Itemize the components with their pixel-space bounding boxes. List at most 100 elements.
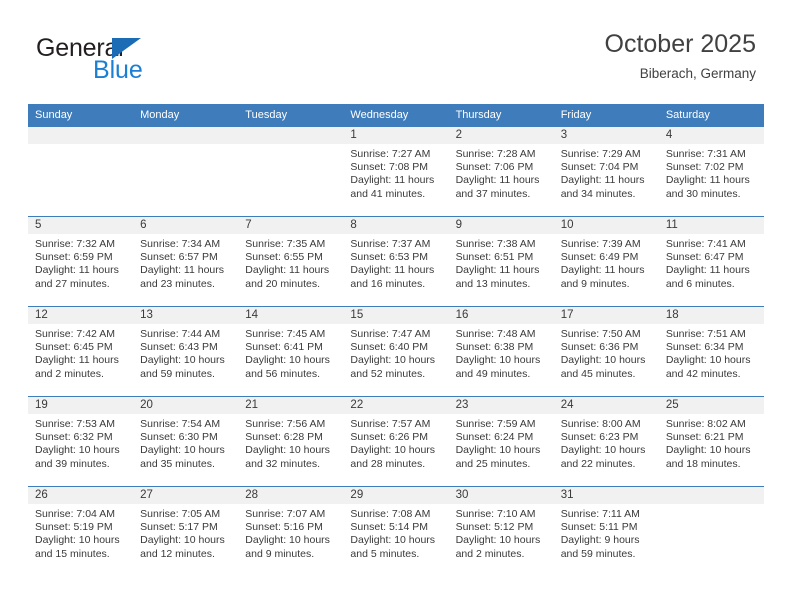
day-details: Sunrise: 7:11 AM Sunset: 5:11 PM Daylight:… — [554, 504, 659, 561]
calendar-day-cell[interactable]: 31 Sunrise: 7:11 AM Sunset: 5:11 PM Dayligh… — [553, 486, 659, 576]
sunset-time: Sunset: 5:14 PM — [350, 521, 429, 534]
daylight-duration-line1: Daylight: 11 hours — [350, 174, 435, 187]
day-details: Sunrise: 7:57 AM Sunset: 6:26 PM Daylight:… — [343, 414, 448, 471]
calendar-day-cell[interactable]: 16 Sunrise: 7:48 AM Sunset: 6:38 PM Dayligh… — [448, 306, 554, 397]
sunset-time: Sunset: 7:04 PM — [560, 161, 639, 174]
daylight-duration-line1: Daylight: 11 hours — [455, 264, 540, 277]
calendar-day-cell[interactable]: 28 Sunrise: 7:07 AM Sunset: 5:16 PM Dayligh… — [238, 486, 344, 576]
weekday-header-monday: Monday — [133, 104, 239, 127]
day-details: Sunrise: 7:41 AM Sunset: 6:47 PM Daylight:… — [659, 234, 764, 291]
daylight-duration-line1: Daylight: 11 hours — [35, 354, 119, 367]
calendar-day-cell[interactable]: 14 Sunrise: 7:45 AM Sunset: 6:41 PM Dayligh… — [238, 306, 344, 397]
day-details: Sunrise: 7:47 AM Sunset: 6:40 PM Daylight:… — [343, 324, 448, 381]
day-number: 31 — [553, 487, 659, 504]
calendar-day-cell[interactable]: 24 Sunrise: 8:00 AM Sunset: 6:23 PM Dayligh… — [553, 396, 659, 487]
sunset-time: Sunset: 6:45 PM — [35, 341, 113, 354]
day-details: Sunrise: 7:39 AM Sunset: 6:49 PM Daylight:… — [554, 234, 659, 291]
daylight-duration-line2: and 52 minutes. — [350, 367, 426, 380]
sunrise-sunset-calendar-table: Sunday Monday Tuesday Wednesday Thursday… — [28, 104, 764, 576]
day-details: Sunrise: 7:35 AM Sunset: 6:55 PM Daylight:… — [238, 234, 343, 291]
daylight-duration-line1: Daylight: 10 hours — [245, 444, 330, 457]
calendar-day-cell[interactable]: 9 Sunrise: 7:38 AM Sunset: 6:51 PM Daylight… — [448, 216, 554, 307]
daylight-duration-line1: Daylight: 11 hours — [35, 264, 119, 277]
calendar-day-cell[interactable]: 4 Sunrise: 7:31 AM Sunset: 7:02 PM Daylight… — [658, 126, 764, 217]
calendar-day-cell[interactable]: 11 Sunrise: 7:41 AM Sunset: 6:47 PM Dayligh… — [658, 216, 764, 307]
calendar-week-row: 12 Sunrise: 7:42 AM Sunset: 6:45 PM Dayligh… — [28, 306, 764, 397]
sunset-time: Sunset: 6:34 PM — [665, 341, 744, 354]
day-number: 5 — [28, 217, 134, 234]
calendar-day-cell[interactable]: 23 Sunrise: 7:59 AM Sunset: 6:24 PM Dayligh… — [448, 396, 554, 487]
sunset-time: Sunset: 6:23 PM — [560, 431, 639, 444]
sunrise-time: Sunrise: 7:47 AM — [350, 328, 431, 340]
day-number: 25 — [658, 397, 764, 414]
calendar-day-cell[interactable]: 1 Sunrise: 7:27 AM Sunset: 7:08 PM Daylight… — [343, 126, 449, 217]
sunset-time: Sunset: 6:43 PM — [140, 341, 218, 354]
daylight-duration-line2: and 59 minutes. — [560, 547, 636, 560]
calendar-day-cell[interactable]: 25 Sunrise: 8:02 AM Sunset: 6:21 PM Dayligh… — [658, 396, 764, 487]
daylight-duration-line2: and 37 minutes. — [455, 187, 531, 200]
calendar-week-row: 26 Sunrise: 7:04 AM Sunset: 5:19 PM Dayligh… — [28, 486, 764, 576]
daylight-duration-line1: Daylight: 11 hours — [665, 174, 750, 187]
calendar-day-cell[interactable]: 12 Sunrise: 7:42 AM Sunset: 6:45 PM Dayligh… — [28, 306, 134, 397]
day-number: 9 — [448, 217, 554, 234]
calendar-day-cell[interactable]: 3 Sunrise: 7:29 AM Sunset: 7:04 PM Daylight… — [553, 126, 659, 217]
day-details: Sunrise: 7:29 AM Sunset: 7:04 PM Daylight:… — [554, 144, 659, 201]
daylight-duration-line1: Daylight: 11 hours — [140, 264, 224, 277]
weekday-header-tuesday: Tuesday — [238, 104, 344, 127]
sunset-time: Sunset: 7:08 PM — [350, 161, 429, 174]
daylight-duration-line2: and 2 minutes. — [455, 547, 525, 560]
daylight-duration-line2: and 9 minutes. — [245, 547, 315, 560]
day-details: Sunrise: 7:42 AM Sunset: 6:45 PM Daylight:… — [28, 324, 133, 381]
title-block: October 2025 Biberach, Germany — [605, 28, 757, 84]
generalblue-logo[interactable]: General Blue — [36, 34, 236, 96]
calendar-day-cell[interactable]: 6 Sunrise: 7:34 AM Sunset: 6:57 PM Daylight… — [133, 216, 239, 307]
calendar-day-cell[interactable]: 5 Sunrise: 7:32 AM Sunset: 6:59 PM Daylight… — [28, 216, 134, 307]
calendar-day-cell[interactable]: 19 Sunrise: 7:53 AM Sunset: 6:32 PM Dayligh… — [28, 396, 134, 487]
sunset-time: Sunset: 6:36 PM — [560, 341, 639, 354]
daylight-duration-line1: Daylight: 11 hours — [350, 264, 435, 277]
day-number: 27 — [133, 487, 239, 504]
calendar-day-cell[interactable]: 27 Sunrise: 7:05 AM Sunset: 5:17 PM Dayligh… — [133, 486, 239, 576]
sunset-time: Sunset: 6:26 PM — [350, 431, 429, 444]
day-number — [658, 487, 764, 504]
weekday-header-friday: Friday — [553, 104, 659, 127]
calendar-day-cell[interactable]: 8 Sunrise: 7:37 AM Sunset: 6:53 PM Daylight… — [343, 216, 449, 307]
calendar-body: 1 Sunrise: 7:27 AM Sunset: 7:08 PM Daylight… — [28, 126, 764, 576]
day-number: 12 — [28, 307, 134, 324]
sunrise-time: Sunrise: 7:29 AM — [560, 148, 641, 160]
day-details: Sunrise: 7:31 AM Sunset: 7:02 PM Daylight:… — [659, 144, 764, 201]
sunrise-time: Sunrise: 7:34 AM — [140, 238, 221, 250]
calendar-day-cell[interactable]: 29 Sunrise: 7:08 AM Sunset: 5:14 PM Dayligh… — [343, 486, 449, 576]
day-details: Sunrise: 7:45 AM Sunset: 6:41 PM Daylight:… — [238, 324, 343, 381]
weekday-header-sunday: Sunday — [28, 104, 134, 127]
daylight-duration-line2: and 12 minutes. — [140, 547, 215, 560]
day-details: Sunrise: 8:02 AM Sunset: 6:21 PM Daylight:… — [659, 414, 764, 471]
daylight-duration-line2: and 45 minutes. — [560, 367, 636, 380]
calendar-day-cell[interactable]: 18 Sunrise: 7:51 AM Sunset: 6:34 PM Dayligh… — [658, 306, 764, 397]
day-details: Sunrise: 7:10 AM Sunset: 5:12 PM Daylight:… — [449, 504, 554, 561]
calendar-day-cell[interactable]: 20 Sunrise: 7:54 AM Sunset: 6:30 PM Dayligh… — [133, 396, 239, 487]
daylight-duration-line2: and 32 minutes. — [245, 457, 320, 470]
calendar-day-cell[interactable]: 7 Sunrise: 7:35 AM Sunset: 6:55 PM Daylight… — [238, 216, 344, 307]
calendar-day-cell[interactable]: 30 Sunrise: 7:10 AM Sunset: 5:12 PM Dayligh… — [448, 486, 554, 576]
calendar-day-cell[interactable]: 21 Sunrise: 7:56 AM Sunset: 6:28 PM Dayligh… — [238, 396, 344, 487]
day-number: 18 — [658, 307, 764, 324]
day-details: Sunrise: 7:59 AM Sunset: 6:24 PM Daylight:… — [449, 414, 554, 471]
daylight-duration-line2: and 42 minutes. — [665, 367, 741, 380]
sunrise-time: Sunrise: 7:31 AM — [665, 148, 746, 160]
calendar-day-cell[interactable]: 17 Sunrise: 7:50 AM Sunset: 6:36 PM Dayligh… — [553, 306, 659, 397]
day-number: 6 — [133, 217, 239, 234]
daylight-duration-line2: and 56 minutes. — [245, 367, 320, 380]
day-details: Sunrise: 7:07 AM Sunset: 5:16 PM Daylight:… — [238, 504, 343, 561]
day-number — [238, 127, 344, 144]
sunrise-time: Sunrise: 7:38 AM — [455, 238, 536, 250]
calendar-day-cell[interactable]: 26 Sunrise: 7:04 AM Sunset: 5:19 PM Dayligh… — [28, 486, 134, 576]
calendar-day-cell[interactable]: 13 Sunrise: 7:44 AM Sunset: 6:43 PM Dayligh… — [133, 306, 239, 397]
calendar-day-cell[interactable]: 2 Sunrise: 7:28 AM Sunset: 7:06 PM Daylight… — [448, 126, 554, 217]
day-number: 22 — [343, 397, 449, 414]
daylight-duration-line1: Daylight: 10 hours — [560, 444, 646, 457]
day-number: 29 — [343, 487, 449, 504]
calendar-day-cell[interactable]: 10 Sunrise: 7:39 AM Sunset: 6:49 PM Dayligh… — [553, 216, 659, 307]
calendar-day-cell[interactable]: 22 Sunrise: 7:57 AM Sunset: 6:26 PM Dayligh… — [343, 396, 449, 487]
calendar-day-cell[interactable]: 15 Sunrise: 7:47 AM Sunset: 6:40 PM Dayligh… — [343, 306, 449, 397]
